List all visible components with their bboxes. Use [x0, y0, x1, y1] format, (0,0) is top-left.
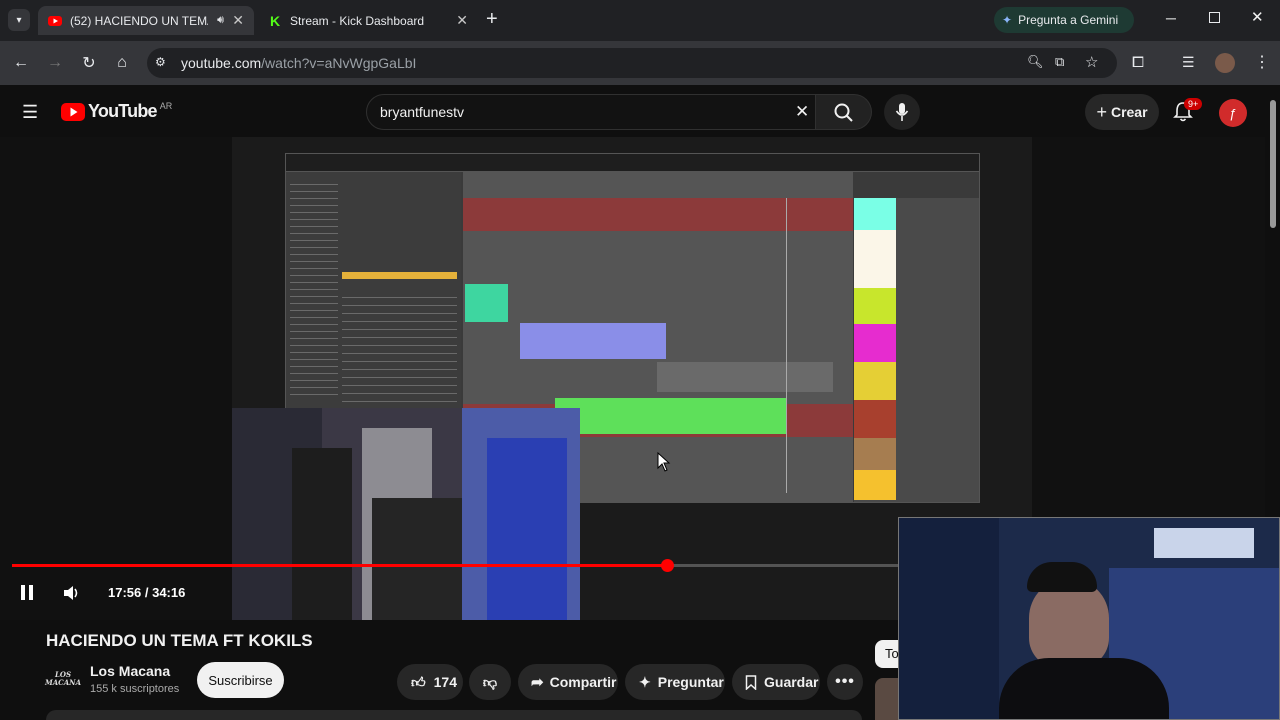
- close-tab-icon[interactable]: ✕: [232, 12, 244, 29]
- more-horizontal-icon: •••: [835, 673, 855, 690]
- sparkle-icon: ✦: [639, 673, 651, 690]
- search-icon: [834, 103, 853, 122]
- restore-button[interactable]: [1209, 12, 1220, 23]
- description-box[interactable]: [46, 710, 862, 720]
- subscribe-label: Suscribirse: [208, 672, 273, 688]
- tab-kick[interactable]: K Stream - Kick Dashboard ✕: [258, 6, 478, 35]
- youtube-logo[interactable]: YouTube AR: [61, 101, 172, 122]
- url-text: youtube.com/watch?v=aNvWgpGaLbI: [181, 55, 417, 71]
- plus-icon: +: [1096, 101, 1107, 122]
- browser-tab-strip: ▾ (52) HACIENDO UN TEMA F 🔊︎ ✕ K Stream …: [0, 0, 1280, 41]
- create-label: Crear: [1110, 104, 1148, 120]
- youtube-favicon-icon: [48, 14, 62, 28]
- audio-clip-grey: [657, 362, 833, 392]
- subscriber-count: 155 k suscriptores: [90, 683, 180, 695]
- more-actions-button[interactable]: •••: [827, 664, 863, 700]
- audio-clip-green: [555, 398, 787, 434]
- cast-icon[interactable]: ⧉: [1055, 54, 1064, 70]
- mouse-cursor-icon: [657, 452, 671, 472]
- speaker-icon: [64, 586, 78, 600]
- audio-clip-blue: [520, 323, 666, 359]
- tab-search-button[interactable]: ▾: [8, 9, 30, 31]
- time-display: 17:56 / 34:16: [108, 585, 186, 600]
- profile-avatar[interactable]: [1215, 53, 1235, 73]
- reload-button[interactable]: ↻: [77, 51, 101, 75]
- subscribe-button[interactable]: Suscribirse: [197, 662, 284, 698]
- youtube-logo-text: YouTube: [88, 101, 158, 121]
- clear-search-icon[interactable]: ✕: [795, 102, 809, 122]
- tab-title: Stream - Kick Dashboard: [290, 13, 425, 28]
- microphone-icon: [895, 103, 909, 121]
- address-bar[interactable]: ⚙ youtube.com/watch?v=aNvWgpGaLbI 🔍︎ ⧉ ☆: [147, 48, 1117, 78]
- save-label: Guardar: [764, 674, 819, 690]
- extensions-icon[interactable]: ⧠: [1132, 54, 1144, 71]
- zoom-icon[interactable]: 🔍︎: [1027, 54, 1044, 70]
- webcam-overlay-group: [232, 408, 580, 620]
- streamer-webcam: [898, 517, 1280, 720]
- browser-menu-icon[interactable]: ⋮: [1254, 52, 1270, 72]
- gemini-button[interactable]: ✦ Pregunta a Gemini: [994, 7, 1134, 33]
- ask-button[interactable]: ✦ Preguntar: [625, 664, 725, 700]
- like-count: 174: [433, 674, 457, 690]
- tab-youtube[interactable]: (52) HACIENDO UN TEMA F 🔊︎ ✕: [38, 6, 254, 35]
- volume-button[interactable]: [62, 584, 80, 607]
- share-label: Compartir: [549, 674, 617, 690]
- side-filter-chip[interactable]: To: [875, 640, 899, 668]
- voice-search-button[interactable]: [884, 94, 920, 130]
- bookmark-star-icon[interactable]: ☆: [1085, 53, 1098, 71]
- search-input[interactable]: bryantfunestv ✕: [366, 94, 816, 130]
- thumbs-down-icon: 👎︎: [482, 673, 498, 690]
- channel-name[interactable]: Los Macana: [90, 663, 170, 679]
- daw-mixer: [854, 198, 979, 502]
- minimize-button[interactable]: ─: [1166, 10, 1176, 26]
- media-controls-icon[interactable]: ☰: [1182, 54, 1195, 71]
- kick-favicon-icon: K: [269, 12, 281, 29]
- back-button[interactable]: ←: [9, 51, 33, 75]
- search-value: bryantfunestv: [380, 104, 465, 120]
- youtube-play-icon: [61, 102, 85, 121]
- home-button[interactable]: ⌂: [110, 51, 134, 75]
- progress-fill: [12, 564, 668, 567]
- site-info-icon[interactable]: ⚙: [155, 55, 166, 69]
- pause-icon: [21, 585, 25, 600]
- notifications-button[interactable]: 9+: [1172, 98, 1203, 125]
- like-button[interactable]: 👍︎ 174: [397, 664, 463, 700]
- share-button[interactable]: ➦ Compartir: [518, 664, 618, 700]
- audio-clip-teal: [465, 284, 508, 322]
- pause-button[interactable]: [19, 584, 35, 602]
- create-button[interactable]: + Crear: [1085, 94, 1159, 130]
- forward-button[interactable]: →: [43, 51, 67, 75]
- tab-title: (52) HACIENDO UN TEMA F: [70, 13, 208, 28]
- ask-label: Preguntar: [657, 674, 724, 690]
- dislike-button[interactable]: 👎︎: [469, 664, 511, 700]
- search-button[interactable]: [816, 94, 872, 130]
- notification-badge: 9+: [1184, 98, 1203, 110]
- save-button[interactable]: Guardar: [732, 664, 820, 700]
- close-window-button[interactable]: ✕: [1251, 8, 1264, 26]
- side-thumbnail[interactable]: [875, 678, 898, 720]
- video-title: HACIENDO UN TEMA FT KOKILS: [46, 631, 313, 650]
- close-tab-icon[interactable]: ✕: [456, 12, 468, 29]
- account-avatar[interactable]: ƒ: [1219, 99, 1247, 127]
- daw-top-bar: [286, 154, 979, 172]
- bookmark-icon: [745, 674, 757, 690]
- speaker-icon[interactable]: 🔊︎: [217, 14, 224, 27]
- gemini-label: Pregunta a Gemini: [1018, 13, 1119, 27]
- new-tab-button[interactable]: +: [486, 8, 498, 31]
- thumbs-up-icon: 👍︎: [411, 673, 426, 690]
- gemini-sparkle-icon: ✦: [1002, 13, 1013, 27]
- channel-logo-text: LOS MACANA: [45, 670, 82, 687]
- region-code: AR: [159, 100, 173, 111]
- share-arrow-icon: ➦: [531, 674, 544, 691]
- hamburger-menu-icon[interactable]: ☰: [22, 102, 38, 123]
- channel-avatar[interactable]: LOS MACANA: [45, 666, 82, 692]
